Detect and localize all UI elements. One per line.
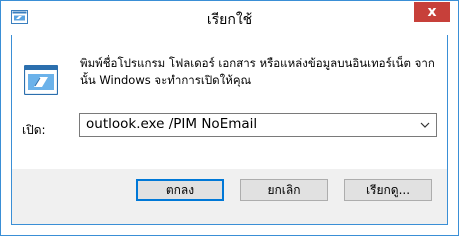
- browse-button[interactable]: เรียกดู...: [344, 179, 432, 201]
- instruction-text: พิมพ์ชื่อโปรแกรม โฟลเดอร์ เอกสาร หรือแหล…: [80, 56, 435, 87]
- run-dialog-window: เรียกใช้ x พิมพ์ชื่อโปรแกรม โฟลเดอร์ เอก…: [0, 0, 459, 236]
- open-label: เปิด:: [22, 123, 46, 137]
- chevron-down-icon[interactable]: [419, 119, 431, 131]
- input-panel: พิมพ์ชื่อโปรแกรม โฟลเดอร์ เอกสาร หรือแหล…: [12, 35, 447, 169]
- open-combobox[interactable]: outlook.exe /PIM NoEmail: [79, 113, 437, 137]
- run-icon: [24, 65, 58, 95]
- ok-button[interactable]: ตกลง: [136, 179, 224, 201]
- dialog-body: พิมพ์ชื่อโปรแกรม โฟลเดอร์ เอกสาร หรือแหล…: [11, 35, 448, 225]
- window-title: เรียกใช้: [206, 12, 253, 28]
- open-input[interactable]: outlook.exe /PIM NoEmail: [86, 116, 257, 132]
- close-button[interactable]: x: [414, 2, 450, 22]
- title-bar[interactable]: เรียกใช้ x: [1, 1, 458, 35]
- cancel-button[interactable]: ยกเลิก: [240, 179, 328, 201]
- close-icon: x: [427, 4, 437, 20]
